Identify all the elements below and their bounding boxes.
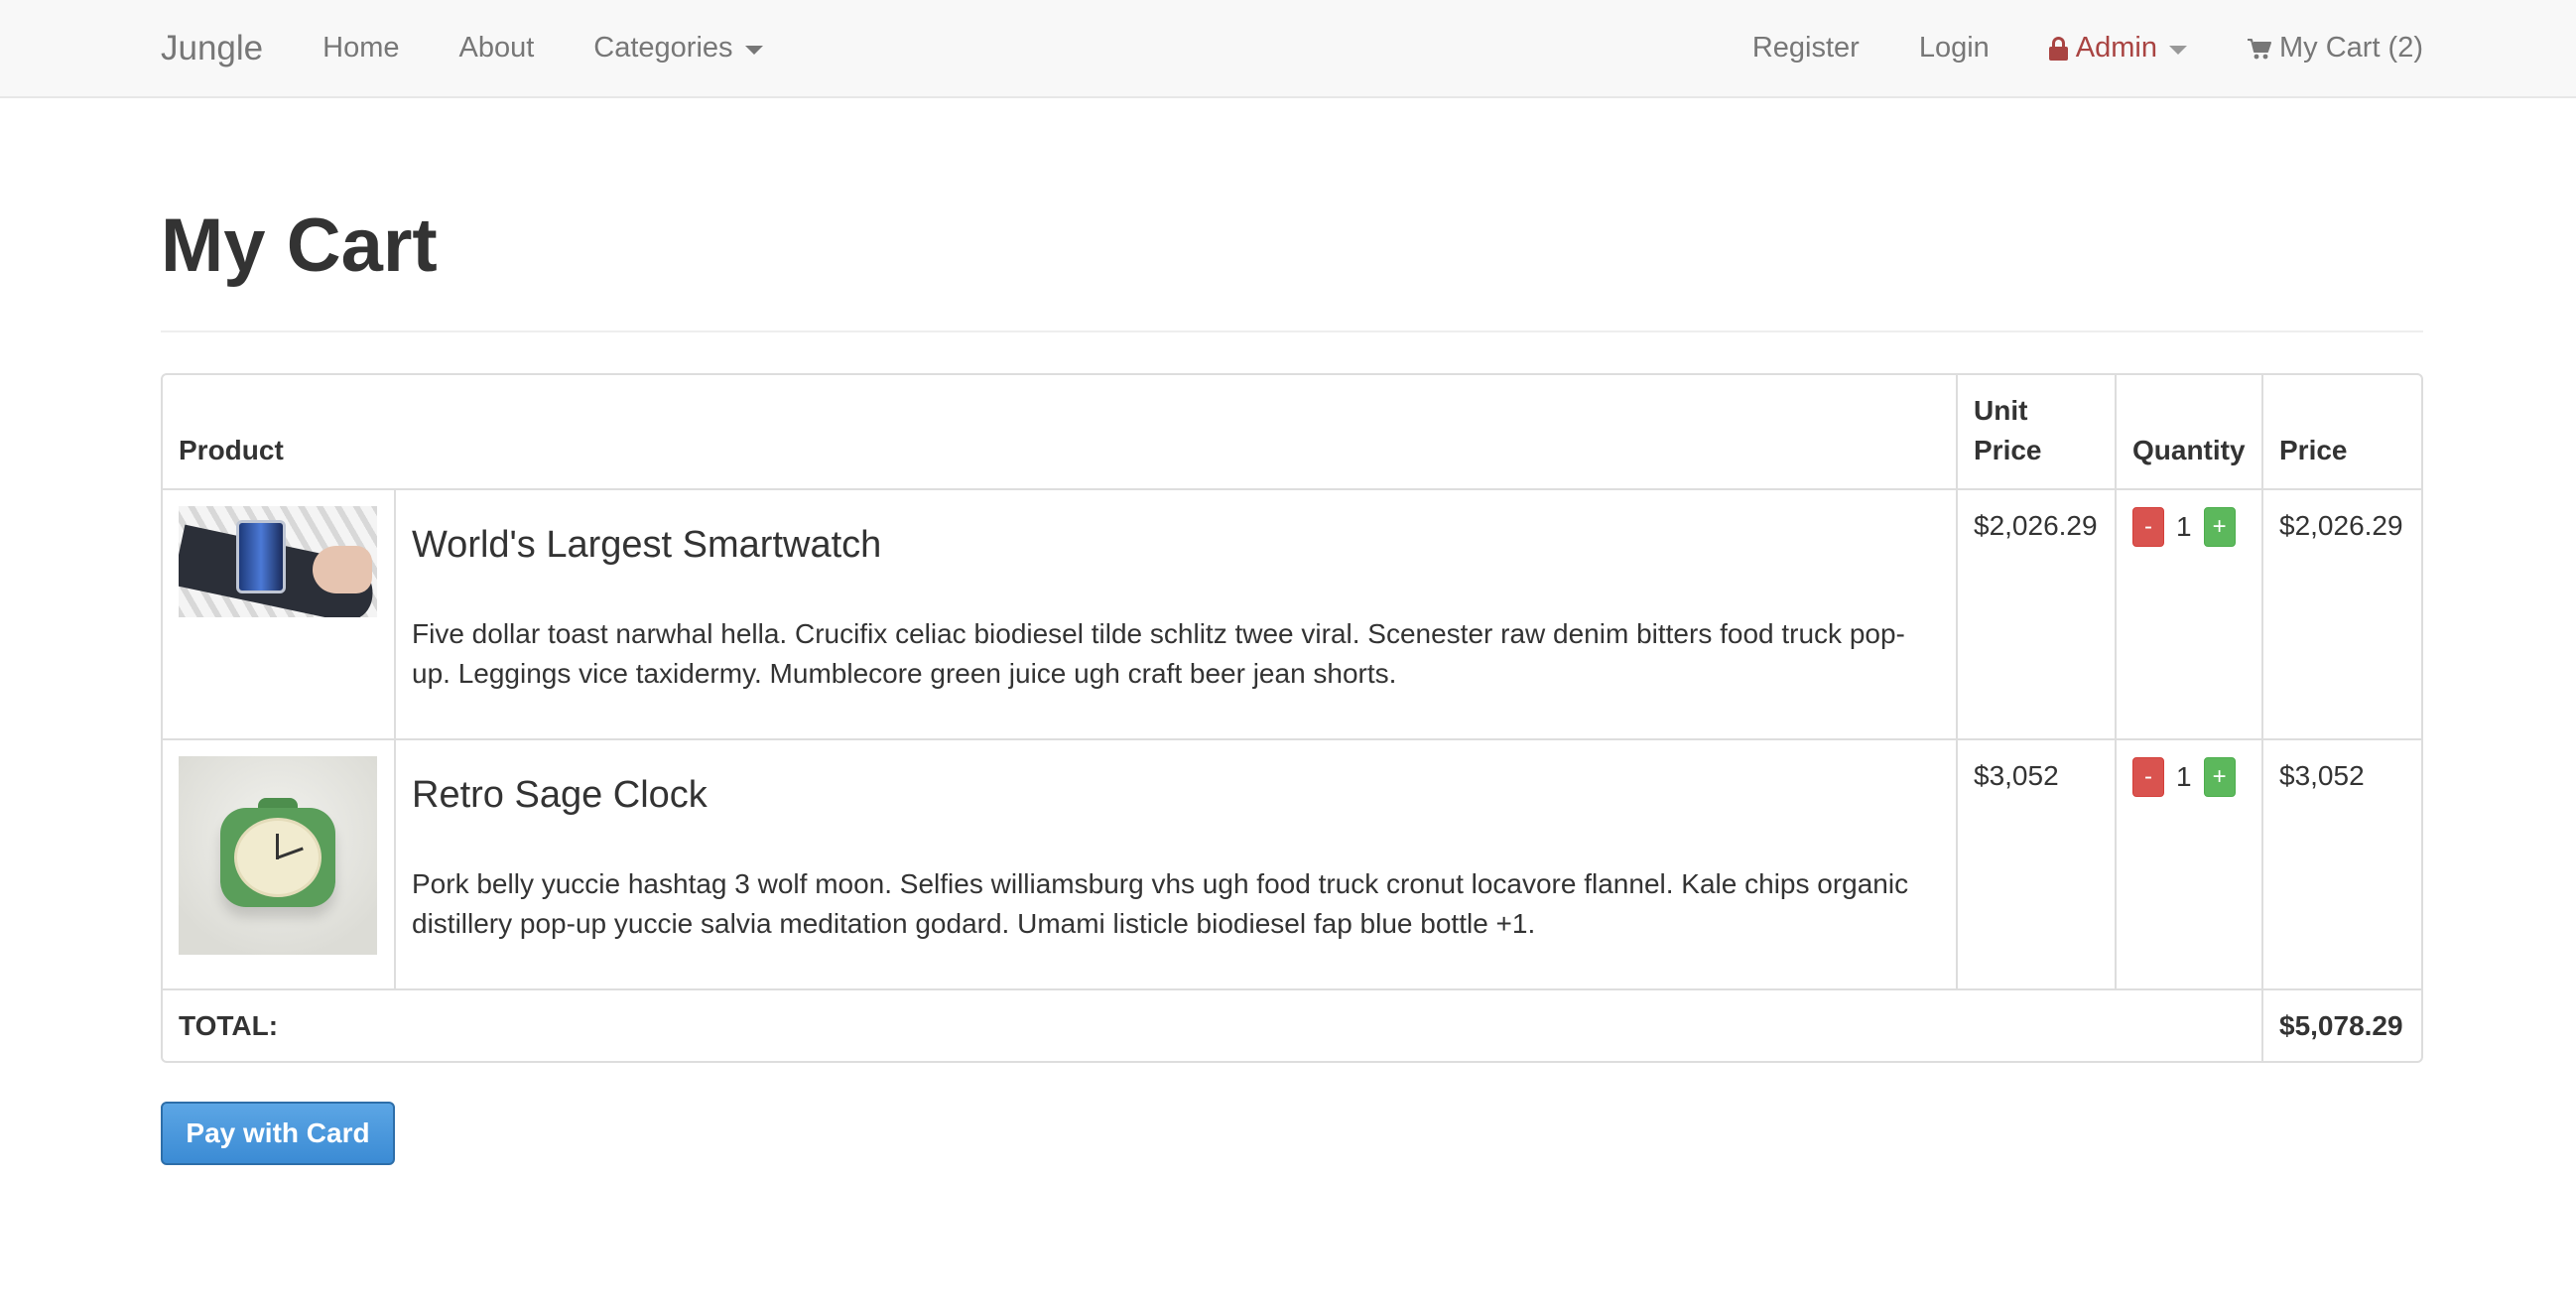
quantity-stepper: - 1 +	[2132, 506, 2246, 548]
navbar: Jungle Home About Categories Register Lo…	[0, 0, 2576, 98]
increase-quantity-button[interactable]: +	[2203, 757, 2236, 797]
nav-home[interactable]: Home	[322, 32, 399, 65]
total-value: $5,078.29	[2261, 988, 2421, 1061]
quantity-cell: - 1 +	[2115, 738, 2263, 990]
chevron-down-icon	[2169, 45, 2187, 55]
chevron-down-icon	[744, 45, 763, 55]
table-row: Retro Sage Clock Pork belly yuccie hasht…	[163, 738, 2421, 990]
nav-admin-dropdown[interactable]: Admin	[2048, 32, 2187, 65]
product-description: Five dollar toast narwhal hella. Crucifi…	[412, 618, 1905, 689]
lock-icon	[2048, 36, 2068, 61]
quantity-cell: - 1 +	[2115, 488, 2263, 740]
quantity-value: 1	[2176, 511, 2192, 542]
table-header-row: Product Unit Price Quantity Price	[163, 375, 2421, 490]
line-price: $3,052	[2261, 738, 2421, 990]
product-info-cell: World's Largest Smartwatch Five dollar t…	[394, 488, 1958, 740]
nav-my-cart[interactable]: My Cart (2)	[2247, 32, 2423, 65]
header-quantity: Quantity	[2115, 375, 2263, 490]
quantity-value: 1	[2176, 761, 2192, 792]
product-description: Pork belly yuccie hashtag 3 wolf moon. S…	[412, 868, 1909, 939]
product-name[interactable]: Retro Sage Clock	[412, 774, 1940, 817]
nav-register[interactable]: Register	[1752, 32, 1860, 65]
product-image-smartwatch[interactable]	[179, 506, 377, 617]
product-name[interactable]: World's Largest Smartwatch	[412, 524, 1940, 567]
page-title: My Cart	[161, 203, 438, 288]
increase-quantity-button[interactable]: +	[2203, 507, 2236, 547]
brand-link[interactable]: Jungle	[161, 29, 263, 68]
header-price: Price	[2261, 375, 2421, 490]
title-divider	[161, 330, 2423, 332]
unit-price: $2,026.29	[1956, 488, 2117, 740]
product-info-cell: Retro Sage Clock Pork belly yuccie hasht…	[394, 738, 1958, 990]
nav-categories-dropdown[interactable]: Categories	[593, 32, 763, 65]
decrease-quantity-button[interactable]: -	[2132, 507, 2164, 547]
nav-my-cart-label: My Cart (2)	[2279, 32, 2423, 64]
nav-about[interactable]: About	[459, 32, 535, 65]
header-product: Product	[163, 375, 1958, 490]
table-row: World's Largest Smartwatch Five dollar t…	[163, 488, 2421, 740]
quantity-stepper: - 1 +	[2132, 756, 2246, 798]
header-unit-price: Unit Price	[1956, 375, 2117, 490]
total-row: TOTAL: $5,078.29	[163, 988, 2421, 1061]
navbar-inner: Jungle Home About Categories Register Lo…	[161, 0, 2423, 96]
decrease-quantity-button[interactable]: -	[2132, 757, 2164, 797]
nav-categories-label: Categories	[593, 32, 733, 64]
cart-icon	[2248, 38, 2271, 59]
total-label: TOTAL:	[163, 988, 2263, 1061]
product-image-clock[interactable]	[179, 756, 377, 955]
nav-admin-label: Admin	[2075, 32, 2157, 64]
line-price: $2,026.29	[2261, 488, 2421, 740]
nav-right: Register Login Admin My Cart (2)	[1693, 32, 2423, 65]
cart-table: Product Unit Price Quantity Price World'…	[161, 373, 2423, 1063]
nav-login[interactable]: Login	[1919, 32, 1990, 65]
pay-with-card-button[interactable]: Pay with Card	[161, 1102, 395, 1165]
product-image-cell	[163, 738, 396, 990]
product-image-cell	[163, 488, 396, 740]
unit-price: $3,052	[1956, 738, 2117, 990]
